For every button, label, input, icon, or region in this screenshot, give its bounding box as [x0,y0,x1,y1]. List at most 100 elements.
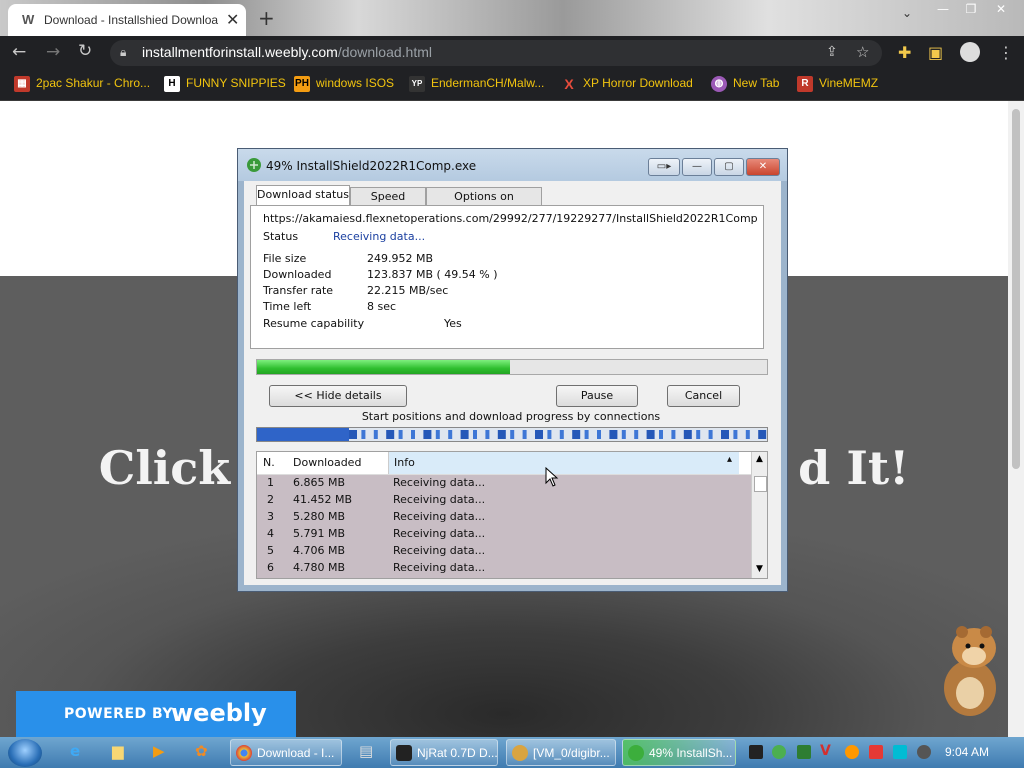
forward-icon[interactable]: → [46,42,60,62]
tray-shield-icon[interactable] [797,745,811,759]
connection-segment [510,430,515,439]
tray-flag-icon[interactable] [869,745,883,759]
restore-window-button[interactable]: ❐ [958,2,984,18]
connection-downloaded: 6.865 MB [293,476,346,489]
scrollbar-thumb[interactable] [1012,109,1020,469]
tab-speed-limiter[interactable]: Speed Limiter [350,187,426,221]
column-header-n[interactable]: N. [263,456,275,469]
tab-download-status[interactable]: Download status [256,185,350,207]
table-row[interactable]: 1 6.865 MB Receiving data... [257,474,751,491]
bookmarks-bar: ▦ 2pac Shakur - Chro... H FUNNY SNIPPIES P… [0,70,1024,101]
connection-segment [708,430,713,439]
connection-segment [497,430,506,439]
lock-icon[interactable]: 🔒︎ [120,45,126,60]
column-header-info: Info [394,456,415,469]
connection-info: Receiving data... [393,561,486,574]
explorer-folder-icon[interactable]: ▆ [112,742,124,760]
connection-segment [621,430,626,439]
extensions-icon[interactable]: ✚ [898,43,911,62]
cancel-button[interactable]: Cancel [667,385,740,407]
connection-downloaded: 5.280 MB [293,510,346,523]
menu-kebab-icon[interactable]: ⋮ [998,43,1014,62]
connections-caption: Start positions and download progress by… [361,410,661,423]
table-row[interactable]: 4 5.791 MB Receiving data... [257,525,751,542]
bookmark-star-icon[interactable]: ☆ [856,43,869,61]
task-njrat[interactable]: NjRat 0.7D D... [390,739,498,766]
browser-tab[interactable]: W Download - Installshied Downloa ✕ [8,4,246,36]
bookmark-vinememz[interactable]: R VineMEMZ [797,76,878,94]
bookmark-2pac[interactable]: ▦ 2pac Shakur - Chro... [14,76,150,94]
share-icon[interactable]: ⇪ [826,44,838,60]
dialog-close-button[interactable]: ✕ [746,158,780,176]
scroll-up-icon[interactable]: ▲ [756,454,763,464]
download-icon [628,745,644,761]
back-icon[interactable]: ← [12,42,26,62]
tray-app-icon[interactable] [749,745,763,759]
network-icon [512,745,528,761]
bookmark-funny-snippies[interactable]: H FUNNY SNIPPIES [164,76,286,94]
dialog-minimize-button[interactable]: — [682,158,712,176]
table-row[interactable]: 2 41.452 MB Receiving data... [257,491,751,508]
hide-details-button[interactable]: << Hide details [269,385,407,407]
table-row[interactable]: 6 4.780 MB Receiving data... [257,559,751,576]
address-bar[interactable]: 🔒︎ installmentforinstall.weebly.com/down… [110,40,882,66]
table-row[interactable]: 5 4.706 MB Receiving data... [257,542,751,559]
connection-segment [361,430,366,439]
connection-segment [671,430,676,439]
dialog-maximize-button[interactable]: ▢ [714,158,744,176]
tray-v-icon[interactable]: V [820,743,834,759]
connection-info: Receiving data... [393,544,486,557]
side-panel-icon[interactable]: ▣ [928,43,943,62]
downloaded-label: Downloaded [263,268,332,281]
profile-avatar-icon[interactable] [960,42,980,62]
new-tab-button[interactable]: + [258,6,275,30]
start-button[interactable] [8,739,42,767]
task-vm-network[interactable]: [VM_0/digibr... [506,739,616,766]
connection-segment [634,430,639,439]
x-logo-icon: X [564,76,574,92]
table-row[interactable]: 3 5.280 MB Receiving data... [257,508,751,525]
tray-volume-icon[interactable] [917,745,931,759]
column-header-downloaded[interactable]: Downloaded [293,456,361,469]
header-dropdown-icon[interactable]: ▴ [727,454,732,465]
connection-number: 4 [267,527,274,540]
time-left-value: 8 sec [367,300,397,313]
internet-explorer-icon[interactable]: e [70,742,80,760]
minimize-window-button[interactable]: — [930,2,956,18]
tray-monitor-icon[interactable] [893,745,907,759]
connection-segment [411,430,415,439]
ph-logo-icon: PH [294,76,310,92]
taskbar-clock[interactable]: 9:04 AM [945,745,989,759]
connection-segment [386,430,395,439]
reload-icon[interactable]: ↻ [78,41,92,61]
connection-segment [349,430,357,439]
table-scrollbar-thumb[interactable] [754,476,767,492]
calculator-icon[interactable]: ▤ [359,742,373,760]
scroll-down-icon[interactable]: ▼ [756,564,763,574]
close-tab-icon[interactable]: ✕ [226,10,239,29]
minimize-to-tray-button[interactable]: ▭▸ [648,158,680,176]
dialog-titlebar[interactable]: 49% InstallShield2022R1Comp.exe ▭▸ — ▢ ✕ [238,149,787,181]
bookmark-new-tab[interactable]: ◍ New Tab [711,76,779,94]
page-scrollbar[interactable] [1008,101,1024,737]
pause-button[interactable]: Pause [556,385,638,407]
task-installshield-download[interactable]: 49% InstallSh... [622,739,736,766]
tray-search-icon[interactable] [845,745,859,759]
tab-options-on-completion[interactable]: Options on completion [426,187,542,221]
transfer-rate-label: Transfer rate [263,284,334,297]
powered-by-weebly-badge[interactable]: POWERED BY weebly [16,691,296,737]
task-chrome-download[interactable]: Download - I... [230,739,342,766]
connection-info: Receiving data... [393,493,486,506]
close-window-button[interactable]: ✕ [988,2,1014,18]
column-header-info-cell[interactable]: Info ▴ [388,452,739,474]
firefox-app-icon[interactable]: ✿ [195,742,208,760]
tray-globe-icon[interactable] [772,745,786,759]
table-scrollbar[interactable]: ▲ ▼ [751,452,767,578]
bookmark-endermanch[interactable]: YP EndermanCH/Malw... [409,76,544,94]
dialog-body: Download status Speed Limiter Options on… [244,181,781,585]
bookmark-xp-horror[interactable]: X XP Horror Download [561,76,693,94]
media-player-icon[interactable]: ▶ [153,742,165,760]
bookmark-windows-isos[interactable]: PH windows ISOS [294,76,394,94]
transfer-rate-value: 22.215 MB/sec [367,284,449,297]
tab-search-icon[interactable]: ⌄ [902,6,912,20]
